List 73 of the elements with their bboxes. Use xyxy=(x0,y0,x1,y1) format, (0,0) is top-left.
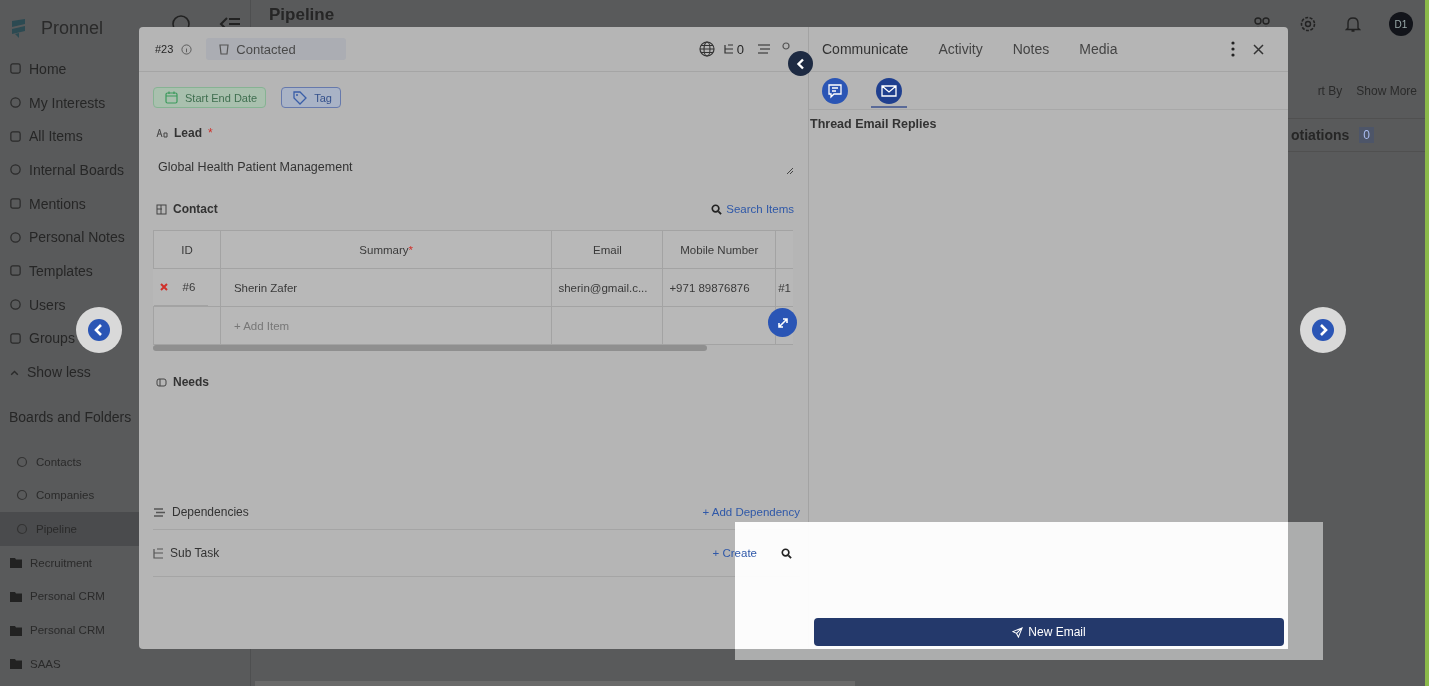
calendar-icon xyxy=(165,91,178,104)
needs-icon xyxy=(156,376,167,388)
user-avatar[interactable]: D1 xyxy=(1389,12,1413,36)
required-mark: * xyxy=(208,126,213,140)
square-icon xyxy=(9,331,22,345)
search-icon xyxy=(711,203,723,215)
next-button[interactable] xyxy=(1300,307,1346,353)
circle-icon xyxy=(16,455,28,468)
add-dependency-link[interactable]: + Add Dependency xyxy=(702,506,800,518)
table-cell: +971 89876876 xyxy=(662,268,776,307)
contact-icon xyxy=(156,203,167,215)
remove-icon[interactable] xyxy=(159,283,168,291)
count-badge: 0 xyxy=(1359,127,1375,143)
lead-field[interactable]: Global Health Patient Management xyxy=(153,140,794,184)
add-item-button[interactable]: + Add Item xyxy=(220,306,552,345)
envelope-icon xyxy=(875,77,903,105)
folder-icon xyxy=(10,557,22,569)
subtask-count[interactable]: 0 xyxy=(722,41,744,57)
chevron-left-icon xyxy=(794,57,807,70)
globe-icon[interactable] xyxy=(698,41,715,57)
panel-tab[interactable]: Media xyxy=(1079,41,1118,57)
subtask-icon xyxy=(153,547,164,559)
close-icon[interactable] xyxy=(1253,43,1264,55)
column-header: Mobile Number xyxy=(662,230,776,269)
table-cell: #6 xyxy=(182,281,196,293)
folder-icon xyxy=(10,624,22,636)
square-icon xyxy=(9,264,22,278)
panel-tab[interactable]: Notes xyxy=(1012,41,1050,57)
search-icon[interactable] xyxy=(781,547,792,559)
status-dropdown[interactable]: Contacted xyxy=(206,38,347,60)
folder-icon xyxy=(10,590,22,602)
list-icon[interactable] xyxy=(756,42,772,56)
dependencies-icon xyxy=(153,506,166,518)
column-header: Email xyxy=(551,230,663,269)
circle-icon xyxy=(16,489,28,502)
circle-icon xyxy=(16,523,28,536)
field-label: Contact xyxy=(173,202,218,216)
item-id: #23 xyxy=(155,43,174,55)
subtask-icon xyxy=(722,43,735,55)
email-tab[interactable] xyxy=(871,77,907,108)
tag-icon xyxy=(293,90,308,105)
square-icon xyxy=(9,129,22,143)
chevron-right-icon xyxy=(1312,319,1334,341)
info-icon[interactable] xyxy=(181,43,193,55)
table-cell: Sherin Zafer xyxy=(220,268,552,307)
search-items-link[interactable]: Search Items xyxy=(711,203,794,215)
text-field-icon xyxy=(156,128,168,138)
tag-chip[interactable]: Tag xyxy=(281,87,341,108)
more-icon[interactable] xyxy=(1231,41,1235,57)
section-label: Dependencies xyxy=(172,505,249,519)
table-cell: sherin@gmail.c... xyxy=(551,268,663,307)
field-label: Lead xyxy=(174,126,202,140)
create-link[interactable]: + Create xyxy=(712,547,757,559)
column-header: ID xyxy=(153,230,221,269)
chevron-left-icon xyxy=(88,319,110,341)
panel-tab[interactable]: Communicate xyxy=(822,41,909,57)
folder-icon xyxy=(10,658,22,670)
square-icon xyxy=(9,62,22,76)
previous-button[interactable] xyxy=(76,307,122,353)
date-chip[interactable]: Start End Date xyxy=(153,87,267,108)
new-email-button[interactable]: New Email xyxy=(814,618,1284,646)
section-title: Thread Email Replies xyxy=(809,116,938,131)
chat-icon xyxy=(821,77,849,105)
expand-icon xyxy=(776,316,789,329)
section-label: Sub Task xyxy=(170,546,220,560)
field-label: Needs xyxy=(173,375,210,389)
resize-handle-icon[interactable] xyxy=(786,167,794,175)
column-header: Summary* xyxy=(220,230,552,269)
scrollbar[interactable] xyxy=(153,345,707,351)
square-icon xyxy=(9,197,22,211)
cup-icon xyxy=(218,43,231,55)
send-icon xyxy=(1012,626,1024,638)
panel-tab[interactable]: Activity xyxy=(938,41,983,57)
